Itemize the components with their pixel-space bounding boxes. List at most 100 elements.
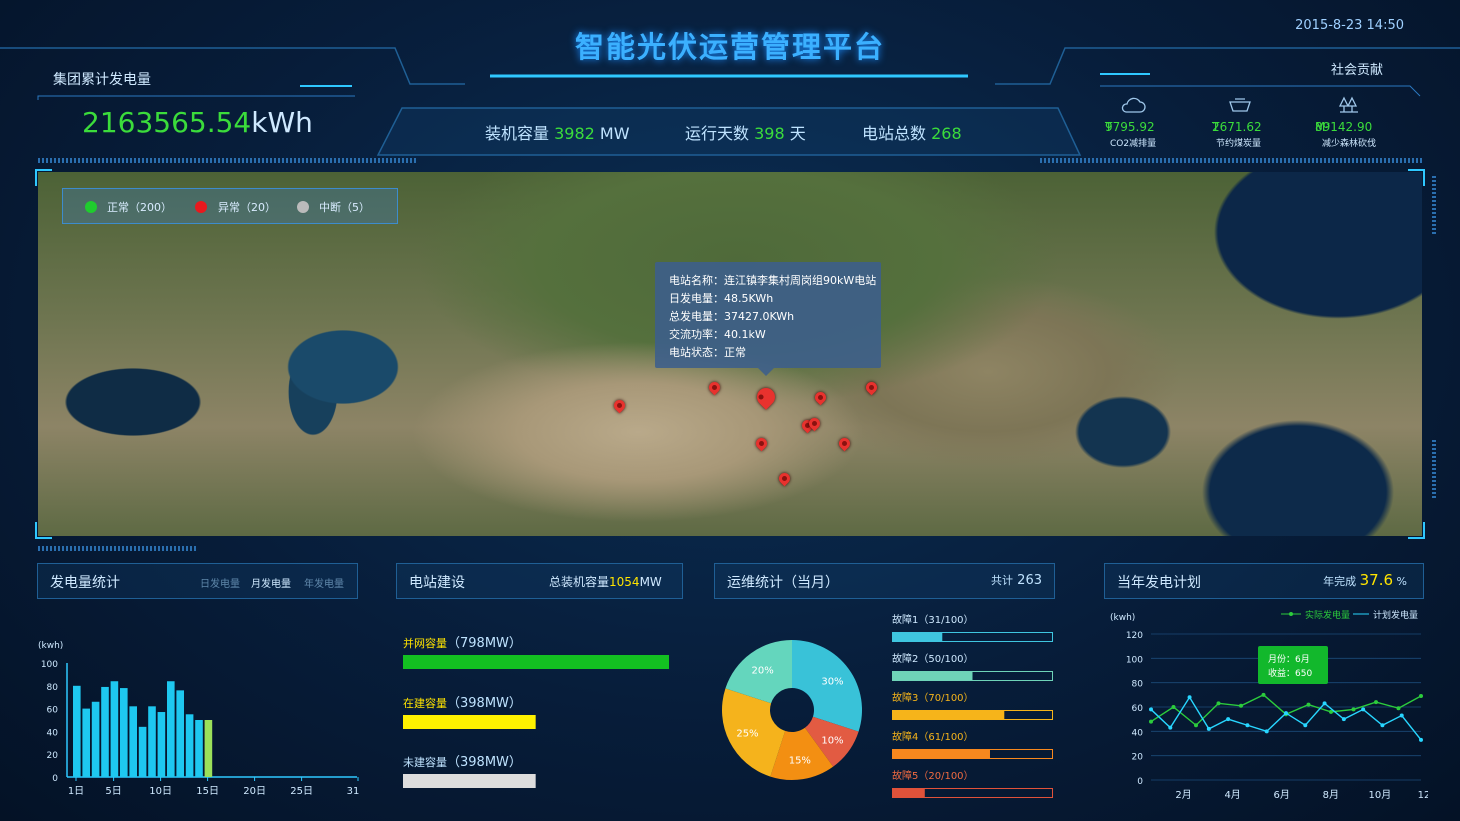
series-point bbox=[1419, 694, 1423, 699]
series-point bbox=[1374, 700, 1378, 705]
series-point bbox=[1261, 692, 1266, 697]
y-tick: 60 bbox=[47, 706, 59, 716]
series-point bbox=[1245, 723, 1250, 728]
contribution-values: 9795.92 T 2671.62 T 89142.90 M³ CO2减排量 节… bbox=[1105, 120, 1377, 149]
pie-label: 15% bbox=[789, 755, 811, 766]
station-tooltip: 电站名称：连江镇李集村周岗组90kW电站 日发电量：48.5KWh 总发电量：3… bbox=[655, 262, 881, 368]
fault-label: 故障3（70/100） bbox=[892, 691, 974, 704]
build-total: 总装机容量1054MW bbox=[549, 575, 662, 589]
pie-label: 20% bbox=[751, 666, 773, 677]
x-tick: 10月 bbox=[1369, 789, 1392, 801]
series-point bbox=[1399, 713, 1404, 718]
series-point bbox=[1168, 725, 1173, 730]
series-point bbox=[1351, 707, 1356, 712]
plan-line-chart: (kwh) 120 100 80 60 40 20 0 实际发电量 计划发电量 2月 4月 6月 8月 10… bbox=[1110, 609, 1428, 801]
series-point bbox=[1419, 737, 1423, 742]
cumulative-label: 集团累计发电量 bbox=[53, 72, 151, 88]
panel-title: 运维统计（当月） bbox=[727, 575, 839, 591]
y-tick: 20 bbox=[1132, 753, 1144, 763]
series-point bbox=[1361, 707, 1366, 712]
power-bar bbox=[167, 681, 175, 777]
fault-fill bbox=[893, 633, 943, 641]
fault-fill bbox=[893, 711, 1005, 719]
forest-icon bbox=[1338, 96, 1358, 113]
fault-fill bbox=[893, 750, 990, 758]
tooltip-line: 电站名称：连江镇李集村周岗组90kW电站 bbox=[669, 274, 877, 287]
power-bar bbox=[138, 726, 147, 777]
stat-value: 268 bbox=[931, 124, 962, 143]
build-bar bbox=[403, 655, 669, 669]
abnormal-dot bbox=[195, 201, 207, 213]
stat-unit: 天 bbox=[789, 124, 806, 143]
power-bar bbox=[204, 720, 213, 777]
y-tick: 20 bbox=[47, 751, 59, 761]
series-point bbox=[1226, 717, 1231, 722]
y-tick: 120 bbox=[1126, 631, 1143, 641]
legend-actual-dot bbox=[1289, 612, 1293, 616]
series-point bbox=[1216, 701, 1221, 706]
cumulative-value-row: 2163565.54kWh bbox=[82, 106, 313, 139]
plan-tooltip-line: 收益：650 bbox=[1268, 667, 1312, 679]
tab-monthly[interactable]: 月发电量 bbox=[251, 575, 291, 590]
x-tick: 12月 bbox=[1418, 789, 1428, 801]
x-tick: 5日 bbox=[105, 786, 121, 797]
power-bar bbox=[82, 708, 90, 777]
legend-actual: 实际发电量 bbox=[1305, 609, 1350, 621]
y-tick: 100 bbox=[41, 660, 58, 670]
stat-label: 运行天数 bbox=[685, 124, 750, 143]
y-tick: 80 bbox=[1132, 680, 1144, 690]
series-point bbox=[1322, 701, 1327, 706]
stat-label: 装机容量 bbox=[485, 124, 550, 143]
tab-yearly[interactable]: 年发电量 bbox=[304, 575, 344, 590]
tab-daily[interactable]: 日发电量 bbox=[200, 575, 240, 590]
power-bar bbox=[91, 701, 100, 777]
forest-desc: 减少森林砍伐 bbox=[1322, 139, 1377, 149]
tooltip-line: 电站状态：正常 bbox=[669, 346, 746, 359]
cumulative-unit: kWh bbox=[251, 106, 313, 139]
power-bar bbox=[101, 686, 109, 777]
tooltip-line: 总发电量：37427.0KWh bbox=[669, 310, 795, 323]
power-bar bbox=[129, 706, 137, 777]
interrupt-dot bbox=[297, 201, 309, 213]
legend-abnormal[interactable]: 异常（20） bbox=[218, 199, 276, 215]
tooltip-arrow bbox=[758, 368, 774, 376]
series-point bbox=[1194, 723, 1198, 728]
pie-label: 30% bbox=[821, 677, 843, 688]
panel-ops-header: 运维统计（当月） 共计 263 bbox=[714, 563, 1055, 599]
plan-tooltip-line: 月份：6月 bbox=[1268, 653, 1310, 665]
y-tick: 40 bbox=[1132, 728, 1144, 738]
power-bar bbox=[120, 688, 128, 777]
y-tick: 0 bbox=[52, 774, 58, 784]
x-tick: 10日 bbox=[149, 786, 172, 797]
fault-fill bbox=[893, 789, 925, 797]
pie-label: 10% bbox=[821, 735, 843, 746]
fault-bars: 故障1（31/100） 故障2（50/100） 故障3（70/100） 故障4（61/… bbox=[892, 613, 1053, 798]
x-tick: 31日 bbox=[347, 786, 360, 797]
fault-label: 故障5（20/100） bbox=[892, 769, 974, 782]
y-tick: 100 bbox=[1126, 655, 1143, 665]
y-unit: (kwh) bbox=[38, 641, 63, 651]
pie-label: 25% bbox=[736, 729, 758, 740]
coal-desc: 节约煤炭量 bbox=[1216, 139, 1262, 149]
cumulative-value: 2163565.54 bbox=[82, 106, 252, 139]
fault-label: 故障1（31/100） bbox=[892, 613, 974, 626]
legend-interrupt[interactable]: 中断（5） bbox=[319, 199, 370, 215]
power-bar bbox=[148, 706, 156, 777]
stat-value: 398 bbox=[754, 124, 785, 143]
legend-normal[interactable]: 正常（200） bbox=[107, 199, 172, 215]
build-bar bbox=[403, 774, 536, 788]
power-bar-chart: (kwh) 100 80 60 40 20 0 1日 5日 10日 15日 20日 25日 31日 bbox=[38, 641, 360, 797]
series-point bbox=[1206, 726, 1211, 731]
divider bbox=[1432, 440, 1436, 500]
ops-pie: 30% 10% 15% 25% 20% bbox=[722, 640, 862, 780]
x-tick: 6月 bbox=[1274, 789, 1290, 801]
series-point bbox=[1149, 719, 1153, 724]
x-tick: 2月 bbox=[1175, 789, 1191, 801]
power-bar bbox=[157, 712, 166, 777]
coal-icon bbox=[1229, 98, 1251, 112]
x-tick: 8月 bbox=[1323, 789, 1339, 801]
y-tick: 0 bbox=[1137, 777, 1143, 787]
x-tick: 25日 bbox=[290, 786, 313, 797]
y-tick: 60 bbox=[1132, 704, 1144, 714]
series-point bbox=[1171, 705, 1176, 709]
